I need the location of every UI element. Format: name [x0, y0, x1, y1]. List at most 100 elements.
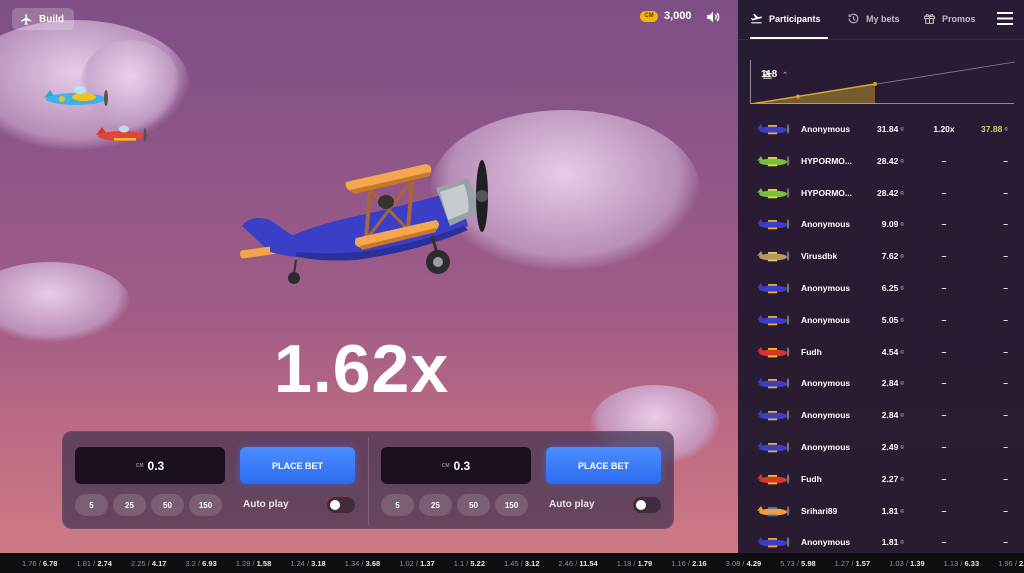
plane-avatar-icon [757, 378, 790, 389]
history-item[interactable]: 1.1 / 5.22 [454, 559, 485, 568]
participant-multiplier: – [941, 410, 947, 421]
currency-icon: © [900, 476, 904, 483]
bet-amount-value: 0.3 [453, 458, 471, 473]
history-item[interactable]: 1.18 / 1.79 [617, 559, 652, 568]
participant-row: Anonymous 2.84 © – – [738, 399, 1024, 431]
participant-row: Srihari89 1.81 © – – [738, 495, 1024, 527]
history-multiplier-b: 1.57 [855, 558, 871, 568]
history-item[interactable]: 3.2 / 6.93 [185, 559, 216, 568]
autoplay-toggle[interactable] [327, 497, 355, 513]
history-item[interactable]: 1.76 / 6.78 [22, 559, 57, 568]
participant-row: Fudh 4.54 © – – [738, 336, 1024, 368]
bet-amount-input[interactable]: CM 0.3 [75, 447, 225, 484]
history-item[interactable]: 1.28 / 1.58 [236, 559, 271, 568]
history-item[interactable]: 1.27 / 1.57 [835, 559, 870, 568]
currency-label: CM [441, 462, 450, 469]
history-multiplier-b: 4.29 [746, 558, 762, 568]
win-value: – [1003, 473, 1008, 484]
participant-multiplier: – [941, 473, 947, 484]
biplane-icon [240, 160, 488, 284]
history-item[interactable]: 1.34 / 3.68 [345, 559, 380, 568]
participant-row: Anonymous 31.84 © 1.20x 37.88 © [738, 113, 1024, 145]
history-item[interactable]: 1.81 / 2.74 [76, 559, 111, 568]
participants-list: Anonymous 31.84 © 1.20x 37.88 © HYPORMO... 28.4… [738, 113, 1024, 558]
quick-bet-chip[interactable]: 50 [457, 494, 490, 516]
bet-amount-input[interactable]: CM 0.3 [381, 447, 531, 484]
history-item[interactable]: 1.16 / 2.16 [671, 559, 706, 568]
history-item[interactable]: 2.25 / 4.17 [131, 559, 166, 568]
history-item[interactable]: 2.46 / 11.54 [559, 559, 598, 568]
history-multiplier-a: 1.1 [453, 558, 465, 568]
participant-name: Anonymous [801, 314, 851, 325]
history-item[interactable]: 1.45 / 3.12 [504, 559, 539, 568]
plane-icon [44, 86, 108, 106]
history-item[interactable]: 5.73 / 5.98 [780, 559, 815, 568]
participant-bet: 31.84 © [858, 124, 904, 134]
participant-name: Anonymous [801, 410, 851, 421]
participant-bet: 4.54 © [858, 347, 904, 357]
sound-icon[interactable] [704, 9, 722, 25]
participant-row: Anonymous 6.25 © – – [738, 272, 1024, 304]
participant-row: Fudh 2.27 © – – [738, 463, 1024, 495]
plane-icon [96, 125, 147, 142]
participant-win: – [968, 347, 1008, 357]
currency-icon: © [900, 381, 904, 388]
sort-indicator[interactable]: ⌃ [782, 71, 788, 79]
quick-bet-chip[interactable]: 150 [495, 494, 528, 516]
history-item[interactable]: 1.03 / 1.39 [889, 559, 924, 568]
participant-name: Anonymous [801, 378, 851, 389]
tab-participants[interactable]: Participants [750, 12, 821, 25]
autoplay-toggle[interactable] [633, 497, 661, 513]
build-button[interactable]: Build [12, 8, 74, 30]
bet-value: 7.62 [881, 251, 899, 262]
currency-icon: © [900, 158, 904, 165]
history-item[interactable]: 1.02 / 1.37 [399, 559, 434, 568]
participant-bet: 7.62 © [858, 251, 904, 261]
quick-bet-chip[interactable]: 150 [189, 494, 222, 516]
place-bet-button[interactable]: PLACE BET [240, 447, 355, 484]
menu-icon[interactable] [997, 12, 1013, 25]
round-graph: 118 ⌃ [750, 60, 1015, 104]
history-multiplier-b: 3.12 [524, 558, 540, 568]
tab-promos[interactable]: Promos [923, 12, 976, 25]
participant-win: 37.88 © [968, 124, 1008, 134]
quick-bet-chip[interactable]: 5 [381, 494, 414, 516]
tab-my-bets[interactable]: My bets [847, 12, 900, 25]
history-multiplier-a: 1.13 [943, 558, 959, 568]
history-item[interactable]: 1.96 / 2.14 [998, 559, 1024, 568]
quick-bet-chip[interactable]: 25 [113, 494, 146, 516]
participant-name: HYPORMO... [801, 187, 853, 198]
autoplay-label: Auto play [549, 499, 595, 510]
game-area: Build CM 3,000 1.62x CM 0.3 PLACE BET 5 … [0, 0, 738, 553]
quick-bet-chip[interactable]: 5 [75, 494, 108, 516]
quick-bet-chip[interactable]: 50 [151, 494, 184, 516]
plane-avatar-icon [757, 537, 790, 548]
participant-multiplier: – [941, 155, 947, 166]
quick-bet-chip[interactable]: 25 [419, 494, 452, 516]
bet-value: 4.54 [881, 346, 899, 357]
place-bet-button[interactable]: PLACE BET [546, 447, 661, 484]
bet-value: 1.81 [881, 505, 899, 516]
participant-name: Virusdbk [801, 251, 838, 262]
plane-avatar-icon [757, 410, 790, 421]
participant-name: Anonymous [801, 282, 851, 293]
currency-icon: © [900, 127, 904, 133]
plane-icon [21, 13, 32, 25]
plane-avatar-icon [757, 441, 790, 453]
quick-bet-chips: 5 25 50 150 [75, 494, 222, 516]
participant-multiplier: – [941, 187, 947, 198]
win-value: – [1003, 378, 1008, 389]
bet-value: 28.42 [877, 187, 899, 198]
bet-value: 2.84 [881, 410, 899, 421]
history-item[interactable]: 1.24 / 3.18 [290, 559, 325, 568]
history-multiplier-a: 1.16 [671, 558, 686, 568]
history-item[interactable]: 3.08 / 4.29 [726, 559, 761, 568]
win-value: – [1003, 251, 1008, 262]
currency-icon: © [900, 444, 904, 451]
history-item[interactable]: 1.13 / 6.33 [944, 559, 979, 568]
participant-row: Anonymous 2.84 © – – [738, 367, 1024, 399]
participant-row: HYPORMO... 28.42 © – – [738, 177, 1024, 209]
history-multiplier-b: 11.54 [579, 558, 598, 568]
win-value: – [1003, 314, 1008, 325]
history-multiplier-a: 1.27 [834, 558, 850, 568]
